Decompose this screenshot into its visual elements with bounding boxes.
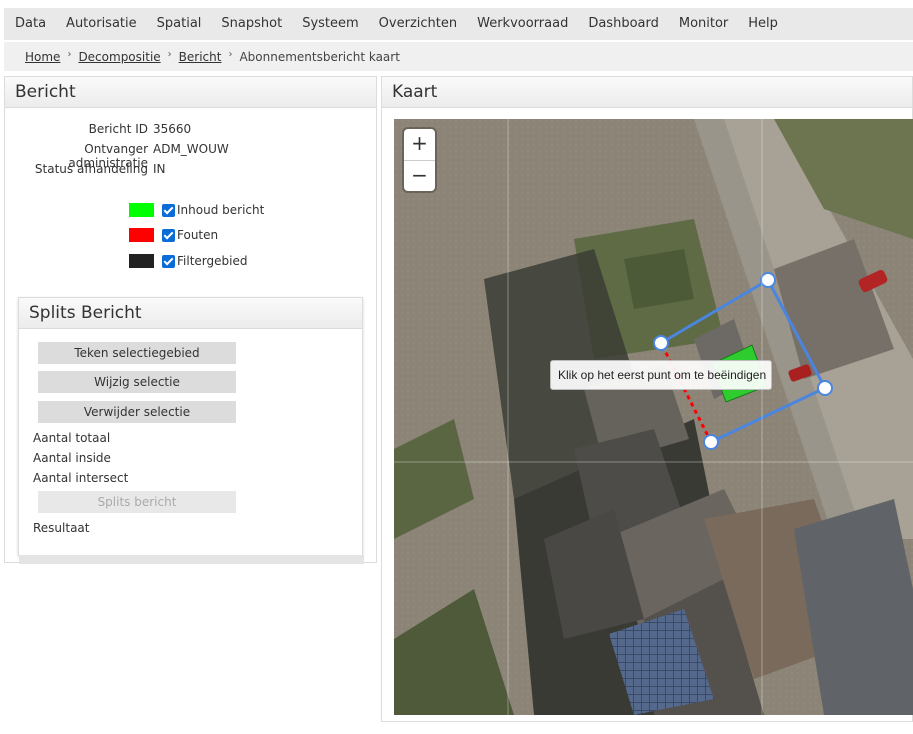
bericht-panel: Bericht Bericht ID 35660 Ontvanger admin… xyxy=(4,76,377,564)
bericht-id-value: 35660 xyxy=(153,122,192,136)
menu-item-autorisatie[interactable]: Autorisatie xyxy=(56,8,147,40)
kaart-panel: Kaart + − Klik op het eerst punt om te b… xyxy=(381,76,913,722)
menu-item-werkvoorraad[interactable]: Werkvoorraad xyxy=(467,8,578,40)
main-menu: Data Autorisatie Spatial Snapshot Systee… xyxy=(4,8,913,40)
legend-label-inhoud: Inhoud bericht xyxy=(177,203,265,217)
chevron-right-icon: › xyxy=(167,49,172,60)
chevron-right-icon: › xyxy=(228,49,233,60)
status-label: Status afhandeling xyxy=(34,162,148,176)
legend-swatch-inhoud xyxy=(129,203,154,217)
teken-selectiegebied-button[interactable]: Teken selectiegebied xyxy=(38,342,236,364)
bericht-id-label: Bericht ID xyxy=(88,122,148,136)
splits-panel-title: Splits Bericht xyxy=(19,298,362,329)
legend-row-fouten: Fouten xyxy=(129,228,218,242)
splits-bericht-button[interactable]: Splits bericht xyxy=(38,491,236,513)
kaart-panel-title: Kaart xyxy=(382,77,912,108)
splits-panel-footer xyxy=(19,555,364,564)
status-row: Status afhandeling IN xyxy=(5,162,166,176)
menu-item-help[interactable]: Help xyxy=(738,8,788,40)
breadcrumb-bericht[interactable]: Bericht xyxy=(179,50,222,64)
bericht-panel-title: Bericht xyxy=(5,77,376,108)
legend-label-fouten: Fouten xyxy=(177,228,219,242)
chevron-right-icon: › xyxy=(67,49,72,60)
bericht-id-row: Bericht ID 35660 xyxy=(5,122,192,136)
menu-item-monitor[interactable]: Monitor xyxy=(669,8,738,40)
aantal-inside-label: Aantal inside xyxy=(33,451,111,465)
drawing-tooltip: Klik op het eerst punt om te beëindigen xyxy=(550,360,772,390)
verwijder-selectie-button[interactable]: Verwijder selectie xyxy=(38,401,236,423)
map-view[interactable]: + − Klik op het eerst punt om te beëindi… xyxy=(394,119,913,715)
wijzig-selectie-button[interactable]: Wijzig selectie xyxy=(38,371,236,393)
legend-swatch-filtergebied xyxy=(129,254,154,268)
aerial-imagery xyxy=(394,119,913,715)
zoom-control: + − xyxy=(404,129,435,191)
menu-item-dashboard[interactable]: Dashboard xyxy=(578,8,669,40)
legend-label-filtergebied: Filtergebied xyxy=(177,254,248,268)
legend-checkbox-fouten[interactable] xyxy=(162,228,175,242)
breadcrumb-home[interactable]: Home xyxy=(25,50,60,64)
breadcrumb: Home › Decompositie › Bericht › Abonneme… xyxy=(4,42,913,71)
menu-item-overzichten[interactable]: Overzichten xyxy=(369,8,467,40)
menu-item-snapshot[interactable]: Snapshot xyxy=(211,8,292,40)
minus-icon[interactable]: − xyxy=(404,160,435,191)
legend-swatch-fouten xyxy=(129,228,154,242)
splits-panel: Splits Bericht Teken selectiegebied Wijz… xyxy=(18,297,364,564)
legend-row-inhoud: Inhoud bericht xyxy=(129,203,264,217)
menu-item-data[interactable]: Data xyxy=(4,8,56,40)
plus-icon[interactable]: + xyxy=(404,129,435,160)
menu-item-spatial[interactable]: Spatial xyxy=(147,8,212,40)
legend-row-filtergebied: Filtergebied xyxy=(129,254,247,268)
menu-item-systeem[interactable]: Systeem xyxy=(292,8,368,40)
resultaat-label: Resultaat xyxy=(33,521,90,535)
legend-checkbox-inhoud[interactable] xyxy=(162,203,175,217)
breadcrumb-decompositie[interactable]: Decompositie xyxy=(78,50,160,64)
status-value: IN xyxy=(153,162,166,176)
legend-checkbox-filtergebied[interactable] xyxy=(162,254,175,268)
aantal-intersect-label: Aantal intersect xyxy=(33,471,129,485)
aantal-totaal-label: Aantal totaal xyxy=(33,431,111,445)
breadcrumb-current: Abonnementsbericht kaart xyxy=(239,49,400,64)
